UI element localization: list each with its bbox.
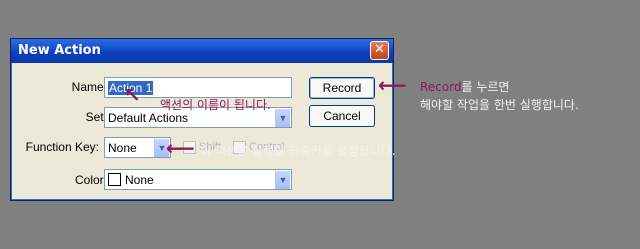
- chevron-down-icon[interactable]: ▼: [275, 171, 290, 189]
- record-word: Record: [420, 80, 462, 94]
- function-key-dropdown[interactable]: None ▼: [104, 137, 171, 158]
- record-annotation-line1: Record를 누르면: [420, 78, 509, 95]
- set-label: Set:: [85, 110, 107, 124]
- set-dropdown-value: Default Actions: [108, 111, 189, 125]
- color-swatch: [108, 173, 121, 186]
- function-key-annotation: 이 액션을 실행할 단축키를 설정합니다.: [200, 144, 396, 158]
- color-dropdown[interactable]: None ▼: [104, 169, 292, 190]
- left-arrow-icon: ⟵: [378, 73, 407, 97]
- function-key-value: None: [108, 141, 137, 155]
- color-label: Color:: [74, 173, 107, 187]
- name-label: Name:: [71, 80, 107, 94]
- record-annotation-line2: 해야할 작업을 한번 실행합니다.: [420, 98, 579, 112]
- new-action-dialog: New Action ✕ Name: Action 1 Set: Default…: [10, 38, 394, 201]
- close-button[interactable]: ✕: [370, 41, 389, 60]
- function-key-label: Function Key:: [25, 140, 99, 154]
- record-button[interactable]: Record: [309, 77, 375, 99]
- up-left-arrow-icon: ↖: [124, 83, 141, 107]
- color-dropdown-value: None: [125, 173, 154, 187]
- dialog-titlebar: New Action ✕: [11, 39, 393, 63]
- name-annotation: 액션의 이름이 됩니다.: [160, 98, 271, 112]
- record-note-suffix: 를 누르면: [461, 80, 510, 94]
- left-arrow-icon: ⟵: [166, 136, 195, 160]
- dialog-title: New Action: [18, 43, 101, 58]
- chevron-down-icon[interactable]: ▼: [275, 109, 290, 127]
- cancel-button[interactable]: Cancel: [309, 105, 375, 127]
